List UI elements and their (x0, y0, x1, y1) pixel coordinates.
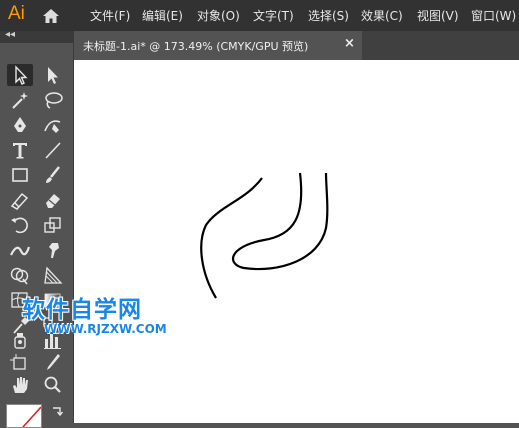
menu-bar: Ai 文件(F) 编辑(E) 对象(O) 文字(T) 选择(S) 效果(C) 视… (0, 0, 519, 31)
selection-tool-icon[interactable] (7, 64, 33, 86)
document-tab[interactable]: 未标题-1.ai* @ 173.49% (CMYK/GPU 预览) × (74, 31, 362, 60)
artwork (200, 172, 329, 299)
pen-tool-icon[interactable] (7, 114, 33, 136)
menu-edit[interactable]: 编辑(E) (142, 7, 183, 24)
perspective-grid-tool-icon[interactable] (40, 264, 66, 286)
watermark: 软件自学网 WWW.RJZXW.COM (22, 290, 172, 336)
app-logo: Ai (8, 3, 25, 24)
menu-window[interactable]: 窗口(W) (471, 7, 516, 24)
swap-fill-stroke-icon[interactable] (50, 404, 64, 423)
curve-path-middle (232, 172, 329, 271)
watermark-url: WWW.RJZXW.COM (44, 322, 167, 336)
menu-view[interactable]: 视图(V) (417, 7, 459, 24)
fill-swatch[interactable] (6, 404, 42, 428)
zoom-tool-icon[interactable] (40, 374, 66, 396)
close-tab-button[interactable]: × (344, 36, 355, 51)
menu-object[interactable]: 对象(O) (197, 7, 240, 24)
watermark-title: 软件自学网 (22, 297, 142, 323)
lasso-tool-icon[interactable] (40, 89, 66, 111)
tools-panel-header: ◂◂ (0, 29, 74, 43)
rotate-tool-icon[interactable] (7, 214, 33, 236)
width-tool-icon[interactable] (7, 239, 33, 261)
tools-panel: ◂◂ (0, 29, 74, 423)
collapse-panel-icon[interactable]: ◂◂ (5, 29, 15, 40)
puppet-warp-tool-icon[interactable] (40, 239, 66, 261)
shape-builder-tool-icon[interactable] (7, 264, 33, 286)
menu-select[interactable]: 选择(S) (308, 7, 349, 24)
magic-wand-tool-icon[interactable] (7, 89, 33, 111)
menu-effect[interactable]: 效果(C) (361, 7, 403, 24)
rectangle-tool-icon[interactable] (7, 164, 33, 186)
artboard-canvas[interactable] (74, 60, 519, 423)
menu-file[interactable]: 文件(F) (90, 7, 130, 24)
hand-tool-icon[interactable] (7, 374, 33, 396)
artboard-tool-icon[interactable] (7, 351, 33, 373)
shaper-tool-icon[interactable] (7, 189, 33, 211)
scale-tool-icon[interactable] (40, 214, 66, 236)
home-icon[interactable] (40, 5, 62, 27)
type-tool-icon[interactable] (7, 139, 33, 161)
document-tab-bar: 未标题-1.ai* @ 173.49% (CMYK/GPU 预览) × (74, 31, 519, 60)
curve-path-left (200, 177, 263, 299)
direct-selection-tool-icon[interactable] (40, 64, 66, 86)
menu-type[interactable]: 文字(T) (253, 7, 294, 24)
line-segment-tool-icon[interactable] (40, 139, 66, 161)
document-tab-title: 未标题-1.ai* @ 173.49% (CMYK/GPU 预览) (83, 40, 309, 53)
curvature-tool-icon[interactable] (40, 114, 66, 136)
eraser-tool-icon[interactable] (40, 189, 66, 211)
slice-tool-icon[interactable] (40, 351, 66, 373)
paintbrush-tool-icon[interactable] (40, 164, 66, 186)
